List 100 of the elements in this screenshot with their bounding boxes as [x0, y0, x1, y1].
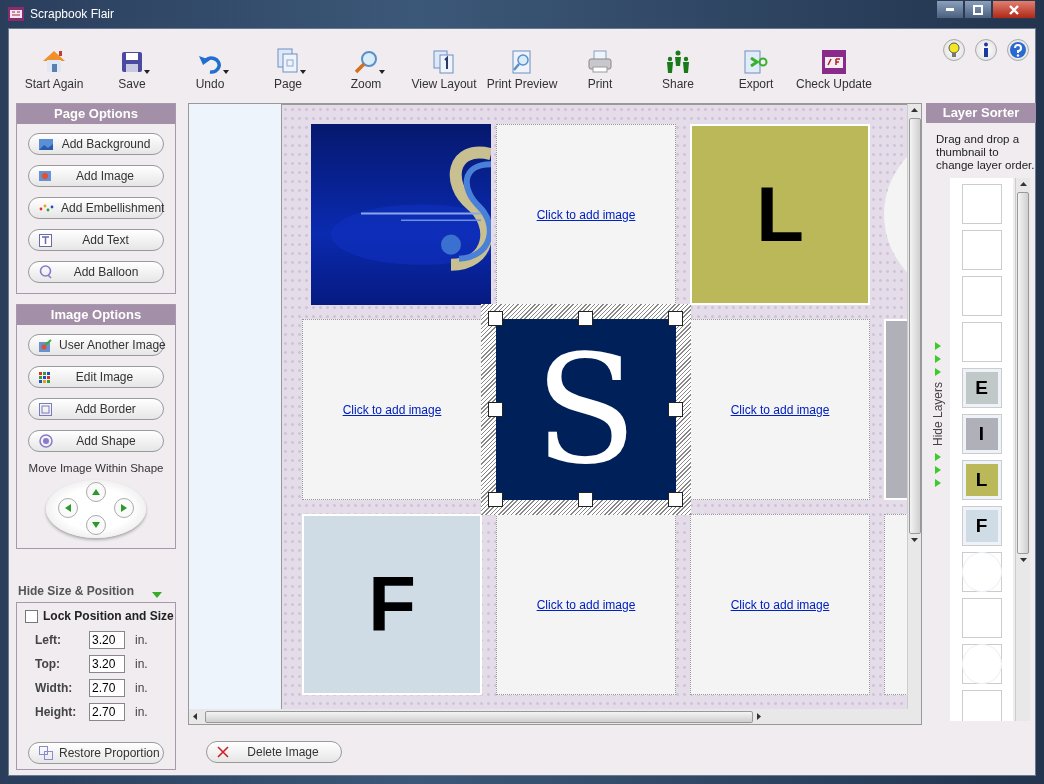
tip-button[interactable]: [943, 39, 965, 61]
unit-label: in.: [135, 633, 148, 647]
close-button[interactable]: [992, 0, 1036, 19]
layer-thumbnail[interactable]: [961, 690, 1002, 721]
scroll-up-icon[interactable]: [1019, 182, 1027, 186]
option-button[interactable]: Add Embellishment: [28, 197, 164, 219]
panel-header: Page Options: [17, 104, 175, 124]
help-button[interactable]: [1007, 39, 1029, 61]
toolbar-button[interactable]: Zoom: [327, 47, 405, 91]
unit-label: in.: [135, 681, 148, 695]
layer-thumbnail[interactable]: [961, 184, 1002, 224]
toolbar-button[interactable]: Export: [717, 47, 795, 91]
close-icon: [1009, 4, 1019, 15]
option-button[interactable]: Add Background: [28, 133, 164, 155]
layer-thumbnail[interactable]: [961, 230, 1002, 270]
option-button[interactable]: Add Border: [28, 398, 164, 420]
section-toggle-label[interactable]: Hide Size & Position: [18, 584, 134, 598]
option-button[interactable]: Add Shape: [28, 430, 164, 452]
layer-thumbnail[interactable]: [961, 598, 1002, 638]
layer-thumbnail[interactable]: [961, 552, 1002, 592]
option-button[interactable]: Edit Image: [28, 366, 164, 388]
letter-image[interactable]: L: [690, 124, 870, 305]
field-label: Top:: [35, 657, 62, 671]
add-image-link[interactable]: Click to add image: [730, 402, 830, 417]
down-arrow-icon: [92, 522, 100, 528]
maximize-icon: [973, 4, 983, 15]
checkbox[interactable]: [25, 609, 38, 623]
hide-layers-toggle[interactable]: Hide Layers: [931, 382, 945, 447]
input-field[interactable]: 2.70: [89, 703, 125, 721]
field-label: Height:: [35, 705, 78, 719]
scroll-right-icon[interactable]: [757, 713, 761, 720]
toolbar-button[interactable]: Print: [561, 47, 639, 91]
people-icon: [665, 50, 691, 74]
house-icon: [41, 48, 67, 74]
maximize-button[interactable]: [964, 0, 992, 19]
window-title: Scrapbook Flair: [30, 7, 115, 21]
input-field[interactable]: 2.70: [89, 679, 125, 697]
toolbar-button[interactable]: Undo: [171, 47, 249, 91]
toolbar-button[interactable]: View Layout: [405, 47, 483, 91]
toolbar-button[interactable]: Save: [93, 47, 171, 91]
scroll-down-icon[interactable]: [911, 538, 918, 542]
toolbar-button[interactable]: Start Again: [15, 47, 93, 91]
resize-handle[interactable]: [578, 311, 593, 326]
photo-icon: [39, 171, 51, 181]
add-image-link[interactable]: Click to add image: [536, 597, 636, 612]
help-icon: [1009, 41, 1027, 59]
option-button[interactable]: Add Image: [28, 165, 164, 187]
layer-thumbnail[interactable]: [961, 644, 1002, 684]
vertical-scrollbar[interactable]: [907, 104, 921, 709]
restore-proportion-button[interactable]: Restore Proportion: [28, 742, 164, 764]
move-up-button[interactable]: [86, 482, 106, 502]
move-down-button[interactable]: [86, 515, 106, 535]
add-image-link[interactable]: Click to add image: [730, 597, 830, 612]
option-button[interactable]: Add Text: [28, 229, 164, 251]
info-icon: [982, 42, 990, 58]
move-label: Move Image Within Shape: [28, 462, 164, 474]
speech-balloon-icon: [39, 265, 53, 279]
resize-handle[interactable]: [488, 311, 503, 326]
collapse-arrow-icon[interactable]: [152, 592, 162, 598]
toolbar-button[interactable]: Print Preview: [483, 47, 561, 91]
add-image-link[interactable]: Click to add image: [536, 207, 636, 222]
option-button[interactable]: Add Balloon: [28, 261, 164, 283]
scroll-down-icon[interactable]: [1019, 558, 1027, 562]
x-mark-icon: [217, 746, 229, 758]
layer-thumbnail[interactable]: [961, 322, 1002, 362]
app-logo-icon: [822, 50, 846, 74]
light-bulb-icon: [947, 42, 961, 58]
input-field[interactable]: 3.20: [89, 655, 125, 673]
vertical-scrollbar[interactable]: [1015, 178, 1030, 721]
pages-icon: [277, 48, 299, 74]
move-right-button[interactable]: [114, 498, 134, 518]
color-grid-icon: [39, 371, 50, 383]
circle-thumbnail: [962, 553, 1001, 591]
toolbar-button[interactable]: Page: [249, 47, 327, 91]
toolbar-button[interactable]: Check Update: [795, 47, 873, 91]
move-left-button[interactable]: [58, 498, 78, 518]
unit-label: in.: [135, 705, 148, 719]
resize-handle[interactable]: [668, 492, 683, 507]
page-magnifier-icon: [511, 50, 533, 74]
scroll-left-icon[interactable]: [193, 713, 197, 720]
delete-image-button[interactable]: Delete Image: [206, 741, 342, 763]
input-field[interactable]: 3.20: [89, 631, 125, 649]
letter-image[interactable]: S: [496, 319, 676, 500]
horizontal-scrollbar[interactable]: [189, 709, 907, 724]
scroll-up-icon[interactable]: [911, 108, 918, 112]
resize-handle[interactable]: [578, 492, 593, 507]
resize-handle[interactable]: [488, 492, 503, 507]
minimize-button[interactable]: [936, 0, 964, 19]
option-button[interactable]: User Another Image: [28, 334, 164, 356]
layer-thumbnail[interactable]: [961, 276, 1002, 316]
resize-handle[interactable]: [668, 311, 683, 326]
checkbox-label: Lock Position and Size: [43, 609, 174, 623]
field-label: Width:: [35, 681, 74, 695]
toolbar-button[interactable]: Share: [639, 47, 717, 91]
add-image-link[interactable]: Click to add image: [342, 402, 442, 417]
overlap-squares-icon: [39, 746, 53, 760]
panel-header: Image Options: [17, 305, 175, 325]
letter-image[interactable]: F: [302, 514, 482, 695]
circle-shape-icon: [39, 434, 53, 448]
info-button[interactable]: [975, 39, 997, 61]
